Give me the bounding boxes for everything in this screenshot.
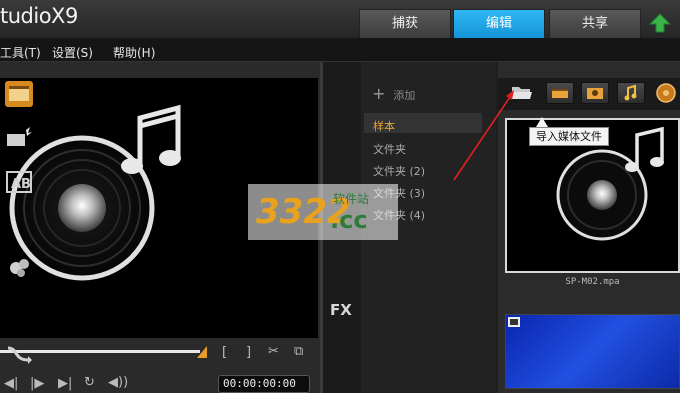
tab-capture[interactable]: 捕获 xyxy=(359,9,451,38)
photo-filter-button[interactable] xyxy=(581,82,609,104)
media-icon[interactable] xyxy=(4,80,34,108)
add-folder-label: 添加 xyxy=(393,89,416,102)
tab-share[interactable]: 共享 xyxy=(549,9,641,38)
add-folder-button[interactable]: + 添加 xyxy=(372,84,415,103)
copy-icon[interactable]: ⧉ xyxy=(294,344,303,359)
plus-icon: + xyxy=(372,84,386,103)
media-thumbnail[interactable] xyxy=(505,314,680,389)
menu-bar xyxy=(0,38,680,62)
tab-edit[interactable]: 编辑 xyxy=(453,9,545,38)
import-media-tooltip: 导入媒体文件 xyxy=(529,127,609,146)
fx-icon[interactable]: FX xyxy=(330,301,352,319)
next-frame-icon[interactable]: ▶| xyxy=(58,376,72,391)
red-arrow-annotation xyxy=(453,90,514,181)
folder-item[interactable]: 文件夹 (2) xyxy=(373,163,425,179)
film-icon xyxy=(508,317,520,327)
app-title: tudioX9 xyxy=(0,4,78,28)
path-icon[interactable] xyxy=(4,340,34,368)
play-icon[interactable]: |▶ xyxy=(30,376,44,391)
repeat-icon[interactable]: ↻ xyxy=(84,375,95,390)
media-thumbnail-label: SP-M02.mpa xyxy=(565,277,620,287)
effects-icon[interactable] xyxy=(655,82,677,104)
title-icon[interactable]: AB xyxy=(4,168,34,196)
folder-item[interactable]: 文件夹 xyxy=(373,141,406,157)
svg-text:AB: AB xyxy=(11,177,31,192)
menu-help[interactable]: 帮助(H) xyxy=(113,44,155,61)
tooltip-arrow xyxy=(536,117,548,127)
menu-tools[interactable]: 工具(T) xyxy=(0,44,41,61)
watermark-domain: .cc xyxy=(330,206,368,234)
prev-frame-icon[interactable]: ◀| xyxy=(4,376,18,391)
photo-filter-icon xyxy=(587,88,603,99)
watermark-text: 软件站 xyxy=(333,192,370,206)
audio-filter-button[interactable] xyxy=(617,82,645,104)
audio-filter-icon xyxy=(624,84,637,101)
trim-end-marker[interactable]: ] xyxy=(246,345,251,360)
video-filter-icon xyxy=(552,89,568,98)
graphic-icon[interactable] xyxy=(4,252,34,280)
timecode-display[interactable]: 00:00:00:00 xyxy=(218,375,310,393)
transition-icon[interactable] xyxy=(4,124,34,152)
trim-start-marker[interactable]: [ xyxy=(222,345,227,360)
upload-arrow-icon[interactable] xyxy=(648,12,672,34)
volume-icon[interactable]: ◀)) xyxy=(108,375,128,390)
folder-item[interactable]: 样本 xyxy=(373,118,395,134)
menu-settings[interactable]: 设置(S) xyxy=(52,44,93,61)
split-clip-icon[interactable]: ✂ xyxy=(268,344,279,359)
video-filter-button[interactable] xyxy=(546,82,574,104)
